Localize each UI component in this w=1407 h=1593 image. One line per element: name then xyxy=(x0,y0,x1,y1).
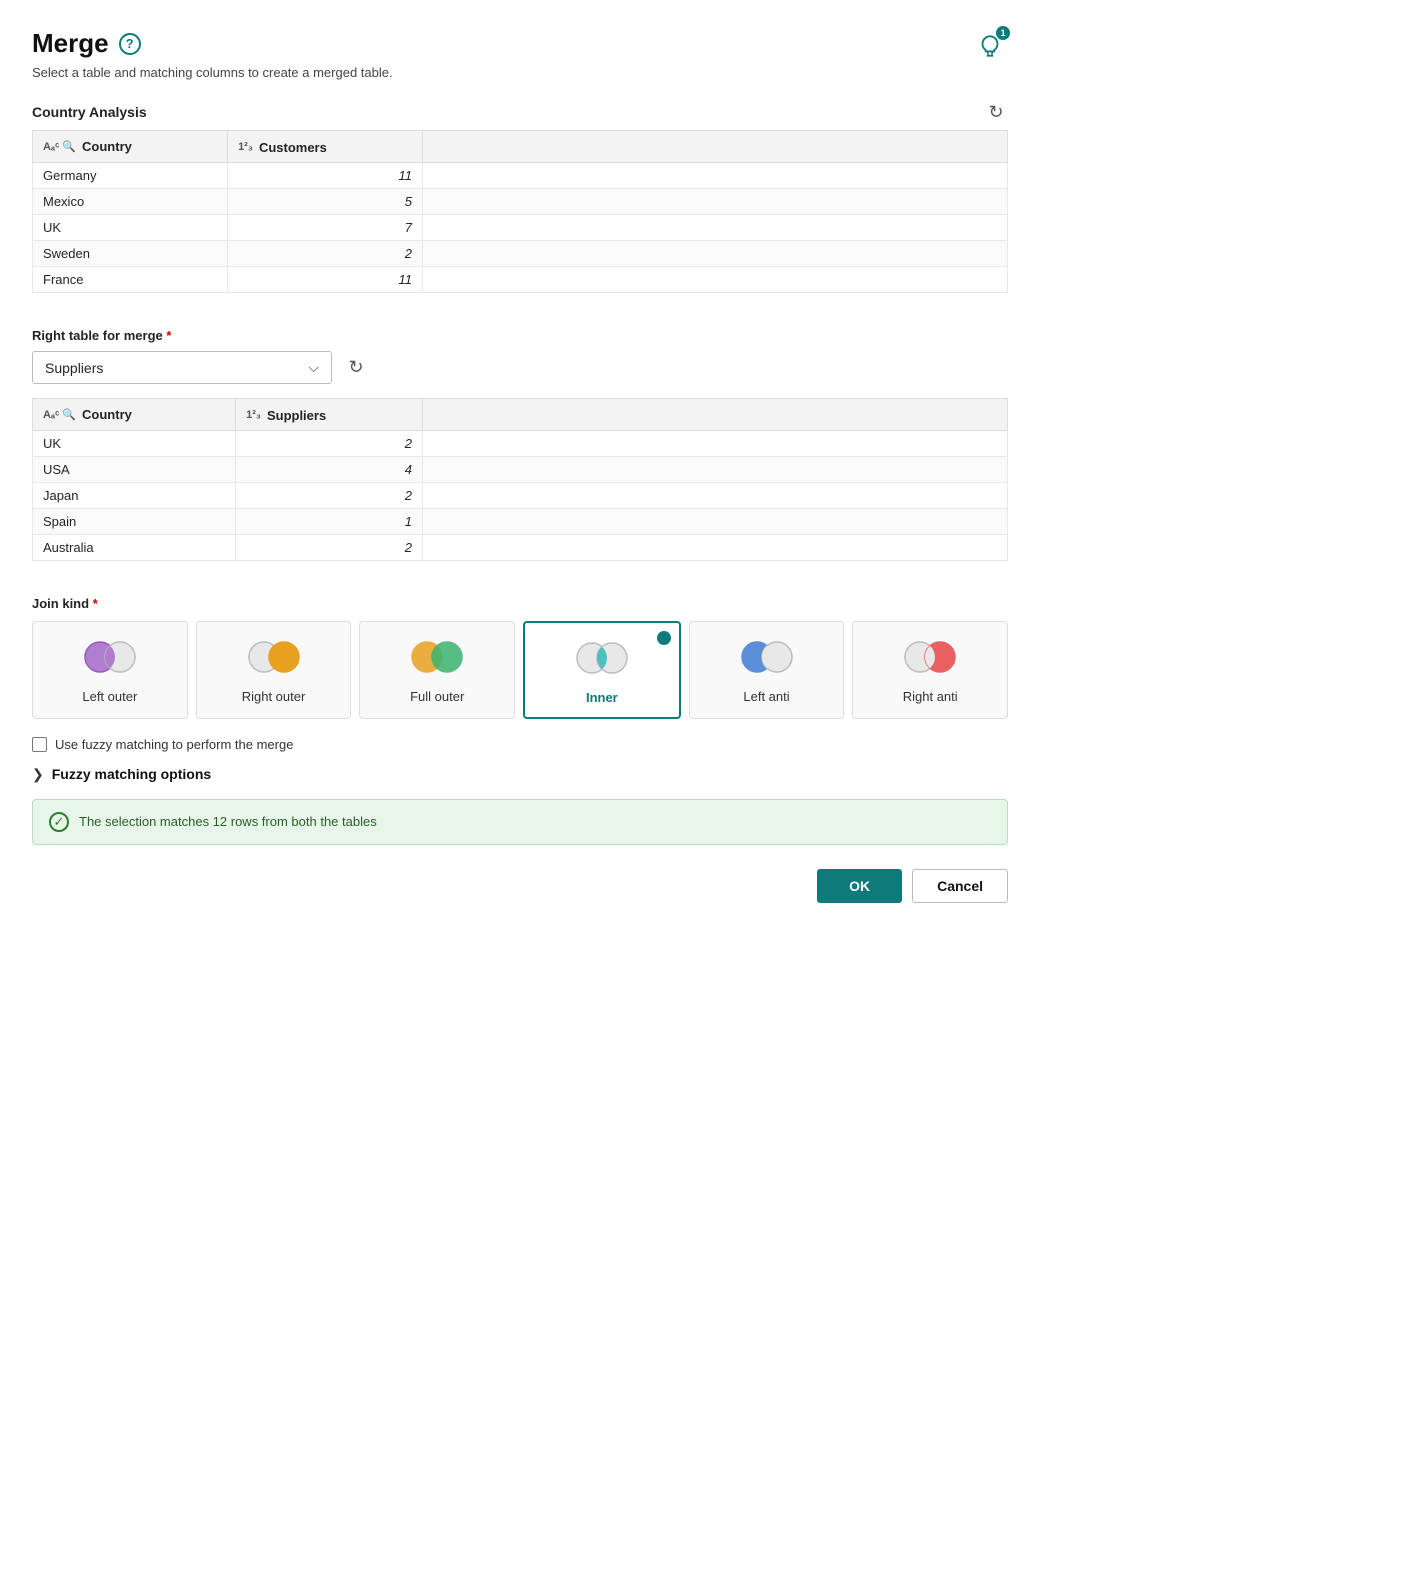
cell-customers: 11 xyxy=(228,266,423,292)
bottom-table-wrapper: Aₐᶜ 🔍 Country 1²₃ Suppliers xyxy=(32,398,1008,578)
venn-diagram-inner xyxy=(570,637,634,682)
join-kind-label-right_anti: Right anti xyxy=(903,689,958,706)
cell-suppliers: 2 xyxy=(236,430,423,456)
join-kind-card-left_anti[interactable]: Left anti xyxy=(689,621,845,719)
table-row[interactable]: Mexico5 xyxy=(33,188,1008,214)
top-table-refresh-icon[interactable]: ↻ xyxy=(984,100,1008,124)
table-row[interactable]: USA4 xyxy=(33,456,1008,482)
dropdown-arrow-icon: ⌵ xyxy=(308,359,319,376)
join-kind-card-left_outer[interactable]: Left outer xyxy=(32,621,188,719)
cell-country: UK xyxy=(33,214,228,240)
venn-diagram-left_anti xyxy=(735,636,799,681)
cell-country: Germany xyxy=(33,162,228,188)
join-kind-card-inner[interactable]: Inner xyxy=(523,621,681,719)
top-table-title: Country Analysis xyxy=(32,104,147,120)
dialog-title: Merge xyxy=(32,28,109,59)
cell-suppliers: 4 xyxy=(236,456,423,482)
bottom-col-country[interactable]: Aₐᶜ 🔍 Country xyxy=(33,399,236,431)
cell-customers: 2 xyxy=(228,240,423,266)
match-message: The selection matches 12 rows from both … xyxy=(79,814,377,829)
join-kind-label-right_outer: Right outer xyxy=(242,689,306,706)
bottom-table-refresh-icon[interactable]: ↻ xyxy=(344,356,368,380)
fuzzy-options-toggle[interactable]: ❯ Fuzzy matching options xyxy=(32,766,1008,783)
chevron-right-icon: ❯ xyxy=(32,766,44,783)
venn-diagram-full_outer xyxy=(405,636,469,681)
help-icon[interactable]: ? xyxy=(119,33,141,55)
venn-diagram-right_anti xyxy=(898,636,962,681)
table-row[interactable]: Japan2 xyxy=(33,482,1008,508)
ok-button[interactable]: OK xyxy=(817,869,902,903)
right-table-label: Right table for merge * xyxy=(32,328,1008,343)
venn-diagram-left_outer xyxy=(78,636,142,681)
cell-country: UK xyxy=(33,430,236,456)
join-kind-label-full_outer: Full outer xyxy=(410,689,464,706)
top-table-wrapper: Aₐᶜ 🔍 Country 1²₃ Customers xyxy=(32,130,1008,310)
cell-suppliers: 1 xyxy=(236,508,423,534)
bottom-table: Aₐᶜ 🔍 Country 1²₃ Suppliers xyxy=(32,398,1008,561)
table-row[interactable]: UK2 xyxy=(33,430,1008,456)
venn-diagram-right_outer xyxy=(242,636,306,681)
cell-country: Japan xyxy=(33,482,236,508)
fuzzy-checkbox-label: Use fuzzy matching to perform the merge xyxy=(55,737,293,752)
fuzzy-checkbox-row: Use fuzzy matching to perform the merge xyxy=(32,737,1008,752)
match-banner: ✓ The selection matches 12 rows from bot… xyxy=(32,799,1008,845)
top-table: Aₐᶜ 🔍 Country 1²₃ Customers xyxy=(32,130,1008,293)
tip-badge: 1 xyxy=(996,26,1010,40)
cell-country: Australia xyxy=(33,534,236,560)
footer: OK Cancel xyxy=(32,869,1008,903)
table-row[interactable]: Germany11 xyxy=(33,162,1008,188)
cell-country: USA xyxy=(33,456,236,482)
subtitle: Select a table and matching columns to c… xyxy=(32,65,1008,80)
table-row[interactable]: Spain1 xyxy=(33,508,1008,534)
cell-country: France xyxy=(33,266,228,292)
join-kind-card-right_outer[interactable]: Right outer xyxy=(196,621,352,719)
bottom-col-empty xyxy=(423,399,1008,431)
tip-icon[interactable]: 1 xyxy=(972,28,1008,64)
top-col-country[interactable]: Aₐᶜ 🔍 Country xyxy=(33,131,228,163)
join-kind-label-inner: Inner xyxy=(586,690,618,707)
cell-customers: 11 xyxy=(228,162,423,188)
match-check-icon: ✓ xyxy=(49,812,69,832)
join-kind-label: Join kind * xyxy=(32,596,1008,611)
cell-country: Sweden xyxy=(33,240,228,266)
cell-country: Spain xyxy=(33,508,236,534)
cell-suppliers: 2 xyxy=(236,534,423,560)
table-row[interactable]: UK7 xyxy=(33,214,1008,240)
top-col-customers[interactable]: 1²₃ Customers xyxy=(228,131,423,163)
cell-suppliers: 2 xyxy=(236,482,423,508)
cell-customers: 7 xyxy=(228,214,423,240)
table-row[interactable]: France11 xyxy=(33,266,1008,292)
cell-customers: 5 xyxy=(228,188,423,214)
table-dropdown[interactable]: Suppliers ⌵ xyxy=(32,351,332,384)
selected-dot-inner xyxy=(657,631,671,645)
join-kind-label-left_outer: Left outer xyxy=(82,689,137,706)
cell-country: Mexico xyxy=(33,188,228,214)
bottom-col-suppliers[interactable]: 1²₃ Suppliers xyxy=(236,399,423,431)
fuzzy-options-label: Fuzzy matching options xyxy=(52,766,211,782)
table-row[interactable]: Sweden2 xyxy=(33,240,1008,266)
table-row[interactable]: Australia2 xyxy=(33,534,1008,560)
fuzzy-checkbox[interactable] xyxy=(32,737,47,752)
join-kind-card-full_outer[interactable]: Full outer xyxy=(359,621,515,719)
join-kind-grid: Left outer Right outer Full outer Inner xyxy=(32,621,1008,719)
cancel-button[interactable]: Cancel xyxy=(912,869,1008,903)
top-col-empty xyxy=(423,131,1008,163)
join-kind-card-right_anti[interactable]: Right anti xyxy=(852,621,1008,719)
join-kind-label-left_anti: Left anti xyxy=(743,689,789,706)
